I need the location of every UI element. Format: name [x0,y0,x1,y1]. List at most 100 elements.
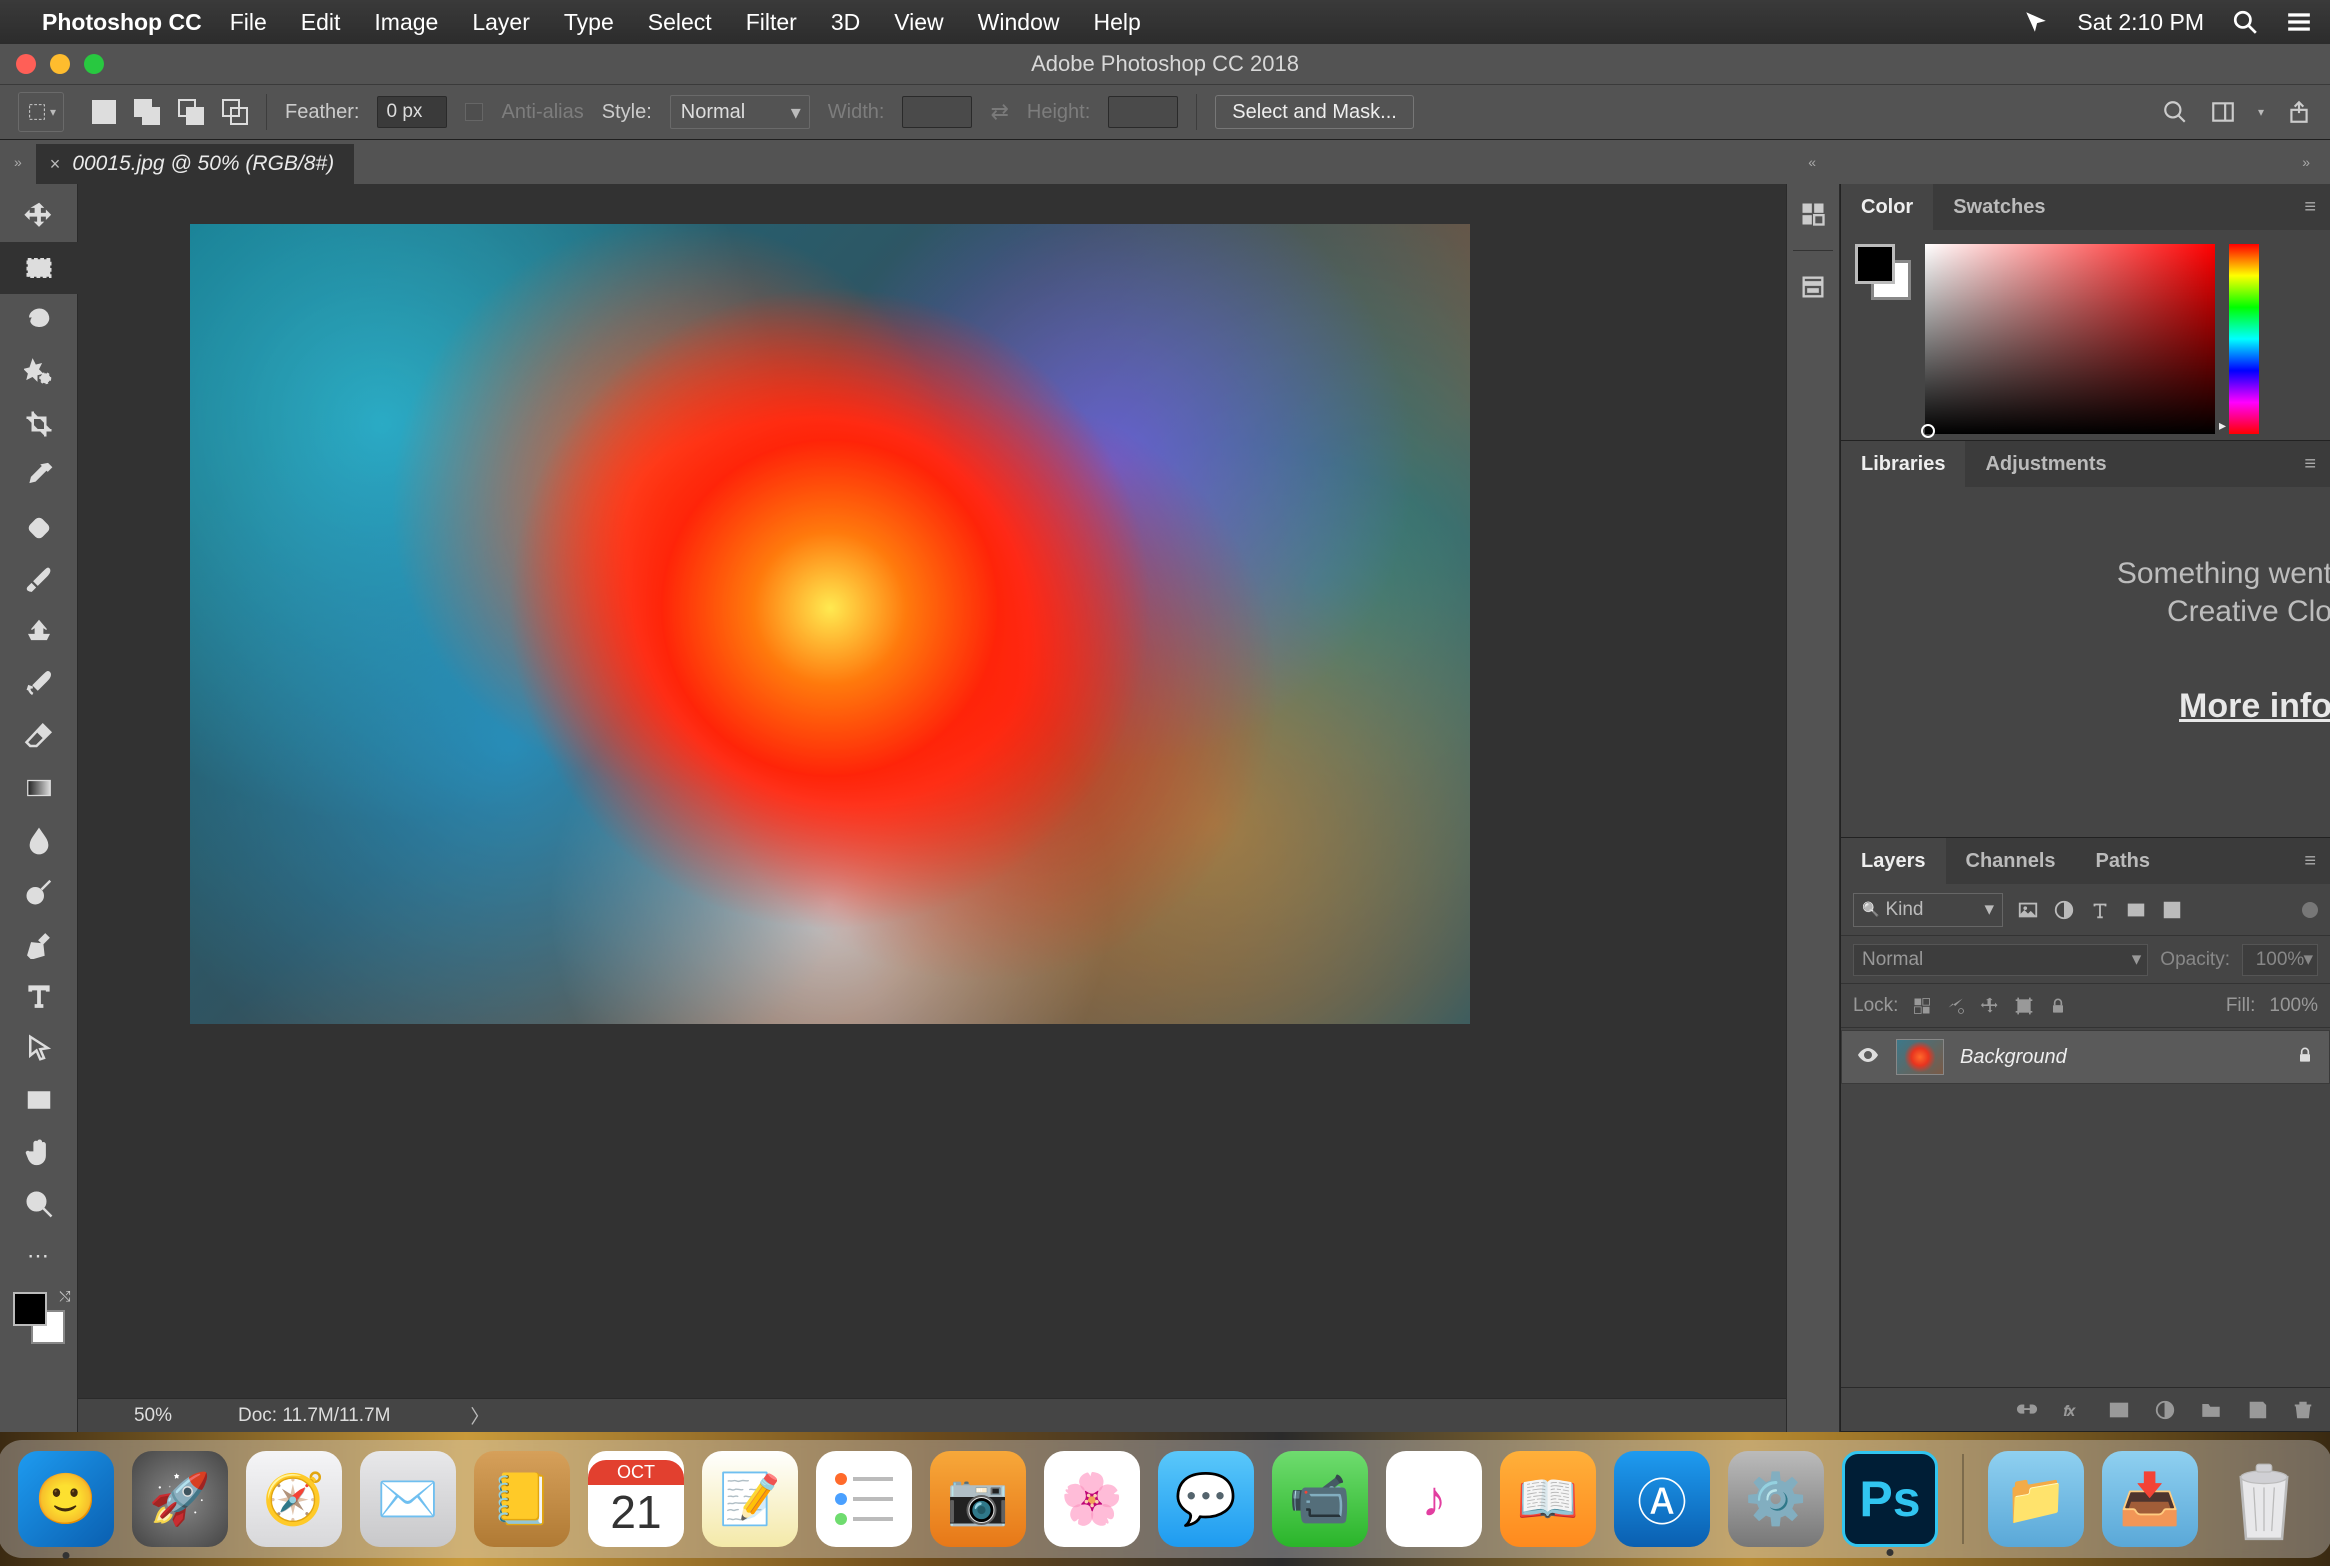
zoom-tool[interactable] [0,1178,78,1230]
menubar-clock[interactable]: Sat 2:10 PM [2077,9,2204,36]
new-layer-icon[interactable] [2246,1399,2268,1421]
dock-calendar[interactable]: OCT21 [588,1451,684,1547]
tab-channels[interactable]: Channels [1946,838,2076,884]
dodge-tool[interactable] [0,866,78,918]
lock-image-icon[interactable] [1946,996,1966,1016]
dock-appstore[interactable]: Ⓐ [1614,1451,1710,1547]
window-zoom-button[interactable] [84,54,104,74]
dock-downloads-folder[interactable]: 📥 [2102,1451,2198,1547]
tool-preset-picker[interactable]: ▾ [18,92,64,132]
selection-subtract-icon[interactable] [178,99,204,125]
dock-finder[interactable]: 🙂 [18,1451,114,1547]
swap-colors-icon[interactable]: ⤭ [59,1288,70,1305]
selection-new-icon[interactable] [92,100,116,124]
dock-facetime[interactable]: 📹 [1272,1451,1368,1547]
history-brush-tool[interactable] [0,658,78,710]
filter-type-icon[interactable] [2089,899,2111,921]
zoom-level[interactable]: 50% [78,1405,228,1427]
dock-applications-folder[interactable]: 📁 [1988,1451,2084,1547]
menu-edit[interactable]: Edit [301,9,341,36]
menu-image[interactable]: Image [374,9,438,36]
selection-intersect-icon[interactable] [222,99,248,125]
dock-mail[interactable]: ✉️ [360,1451,456,1547]
tab-swatches[interactable]: Swatches [1933,184,2065,230]
dock-photobooth[interactable]: 📷 [930,1451,1026,1547]
app-menu[interactable]: Photoshop CC [42,9,202,36]
menu-select[interactable]: Select [648,9,712,36]
panel-menu-icon[interactable]: ≡ [2290,850,2330,873]
notification-center-icon[interactable] [2286,9,2312,35]
dock-ibooks[interactable]: 📖 [1500,1451,1596,1547]
brush-tool[interactable] [0,554,78,606]
feather-input[interactable] [377,96,447,128]
tab-adjustments[interactable]: Adjustments [1965,441,2126,487]
rectangular-marquee-tool[interactable] [0,242,78,294]
workspace-switch-icon[interactable] [2210,99,2236,125]
spot-healing-tool[interactable] [0,502,78,554]
layer-filter-kind-select[interactable]: Kind [1853,893,2003,927]
fill-input[interactable]: 100% [2269,995,2318,1017]
spotlight-icon[interactable] [2232,9,2258,35]
panel-menu-icon[interactable]: ≡ [2290,453,2330,476]
gradient-tool[interactable] [0,762,78,814]
menu-help[interactable]: Help [1093,9,1140,36]
path-selection-tool[interactable] [0,1022,78,1074]
hand-tool[interactable] [0,1126,78,1178]
hue-slider[interactable] [2229,244,2259,434]
menu-type[interactable]: Type [564,9,614,36]
document-canvas[interactable] [190,224,1470,1024]
layer-fx-icon[interactable]: fx [2062,1399,2084,1421]
dock-safari[interactable]: 🧭 [246,1451,342,1547]
dock-messages[interactable]: 💬 [1158,1451,1254,1547]
foreground-background-colors[interactable]: ⤭ [13,1292,65,1344]
menu-filter[interactable]: Filter [746,9,797,36]
filter-adjustment-icon[interactable] [2053,899,2075,921]
history-panel-icon[interactable] [1787,184,1839,244]
layer-visibility-toggle[interactable] [1856,1043,1880,1072]
menu-3d[interactable]: 3D [831,9,860,36]
dock-photoshop[interactable]: Ps [1842,1451,1938,1547]
foreground-color-swatch[interactable] [13,1292,47,1326]
tab-libraries[interactable]: Libraries [1841,441,1965,487]
dock-contacts[interactable]: 📒 [474,1451,570,1547]
search-icon[interactable] [2162,99,2188,125]
crop-tool[interactable] [0,398,78,450]
link-layers-icon[interactable] [2016,1399,2038,1421]
opacity-input[interactable]: 100% [2242,944,2318,976]
eyedropper-tool[interactable] [0,450,78,502]
style-select[interactable]: Normal [670,95,810,129]
tab-layers[interactable]: Layers [1841,838,1946,884]
edit-toolbar-icon[interactable]: ⋯ [0,1230,78,1282]
filter-pixel-icon[interactable] [2017,899,2039,921]
delete-layer-icon[interactable] [2292,1399,2314,1421]
layer-lock-icon[interactable] [2295,1045,2315,1070]
document-tab[interactable]: × 00015.jpg @ 50% (RGB/8#) [36,144,354,184]
expand-right-panels-icon[interactable]: « [1794,154,1830,170]
select-and-mask-button[interactable]: Select and Mask... [1215,95,1414,129]
color-picker-cursor[interactable] [1921,424,1935,438]
menu-view[interactable]: View [894,9,943,36]
filter-toggle-switch[interactable] [2302,902,2318,918]
clone-stamp-tool[interactable] [0,606,78,658]
hue-slider-handle-icon[interactable]: ▸ [2219,417,2226,434]
panel-menu-icon[interactable]: ≡ [2290,196,2330,219]
dock-system-preferences[interactable]: ⚙️ [1728,1451,1824,1547]
tab-color[interactable]: Color [1841,184,1933,230]
color-fg-bg-swatch[interactable] [1855,244,1911,300]
pen-tool[interactable] [0,918,78,970]
panel-foreground-color[interactable] [1855,244,1895,284]
expand-far-right-icon[interactable]: » [2288,154,2324,170]
menu-layer[interactable]: Layer [472,9,530,36]
filter-shape-icon[interactable] [2125,899,2147,921]
layer-thumbnail[interactable] [1896,1039,1944,1075]
properties-panel-icon[interactable] [1787,257,1839,317]
type-tool[interactable] [0,970,78,1022]
blend-mode-select[interactable]: Normal [1853,944,2148,976]
lasso-tool[interactable] [0,294,78,346]
adjustment-layer-icon[interactable] [2154,1399,2176,1421]
filter-smartobject-icon[interactable] [2161,899,2183,921]
lock-transparency-icon[interactable] [1912,996,1932,1016]
menu-file[interactable]: File [230,9,267,36]
share-icon[interactable] [2286,99,2312,125]
dock-notes[interactable]: 📝 [702,1451,798,1547]
